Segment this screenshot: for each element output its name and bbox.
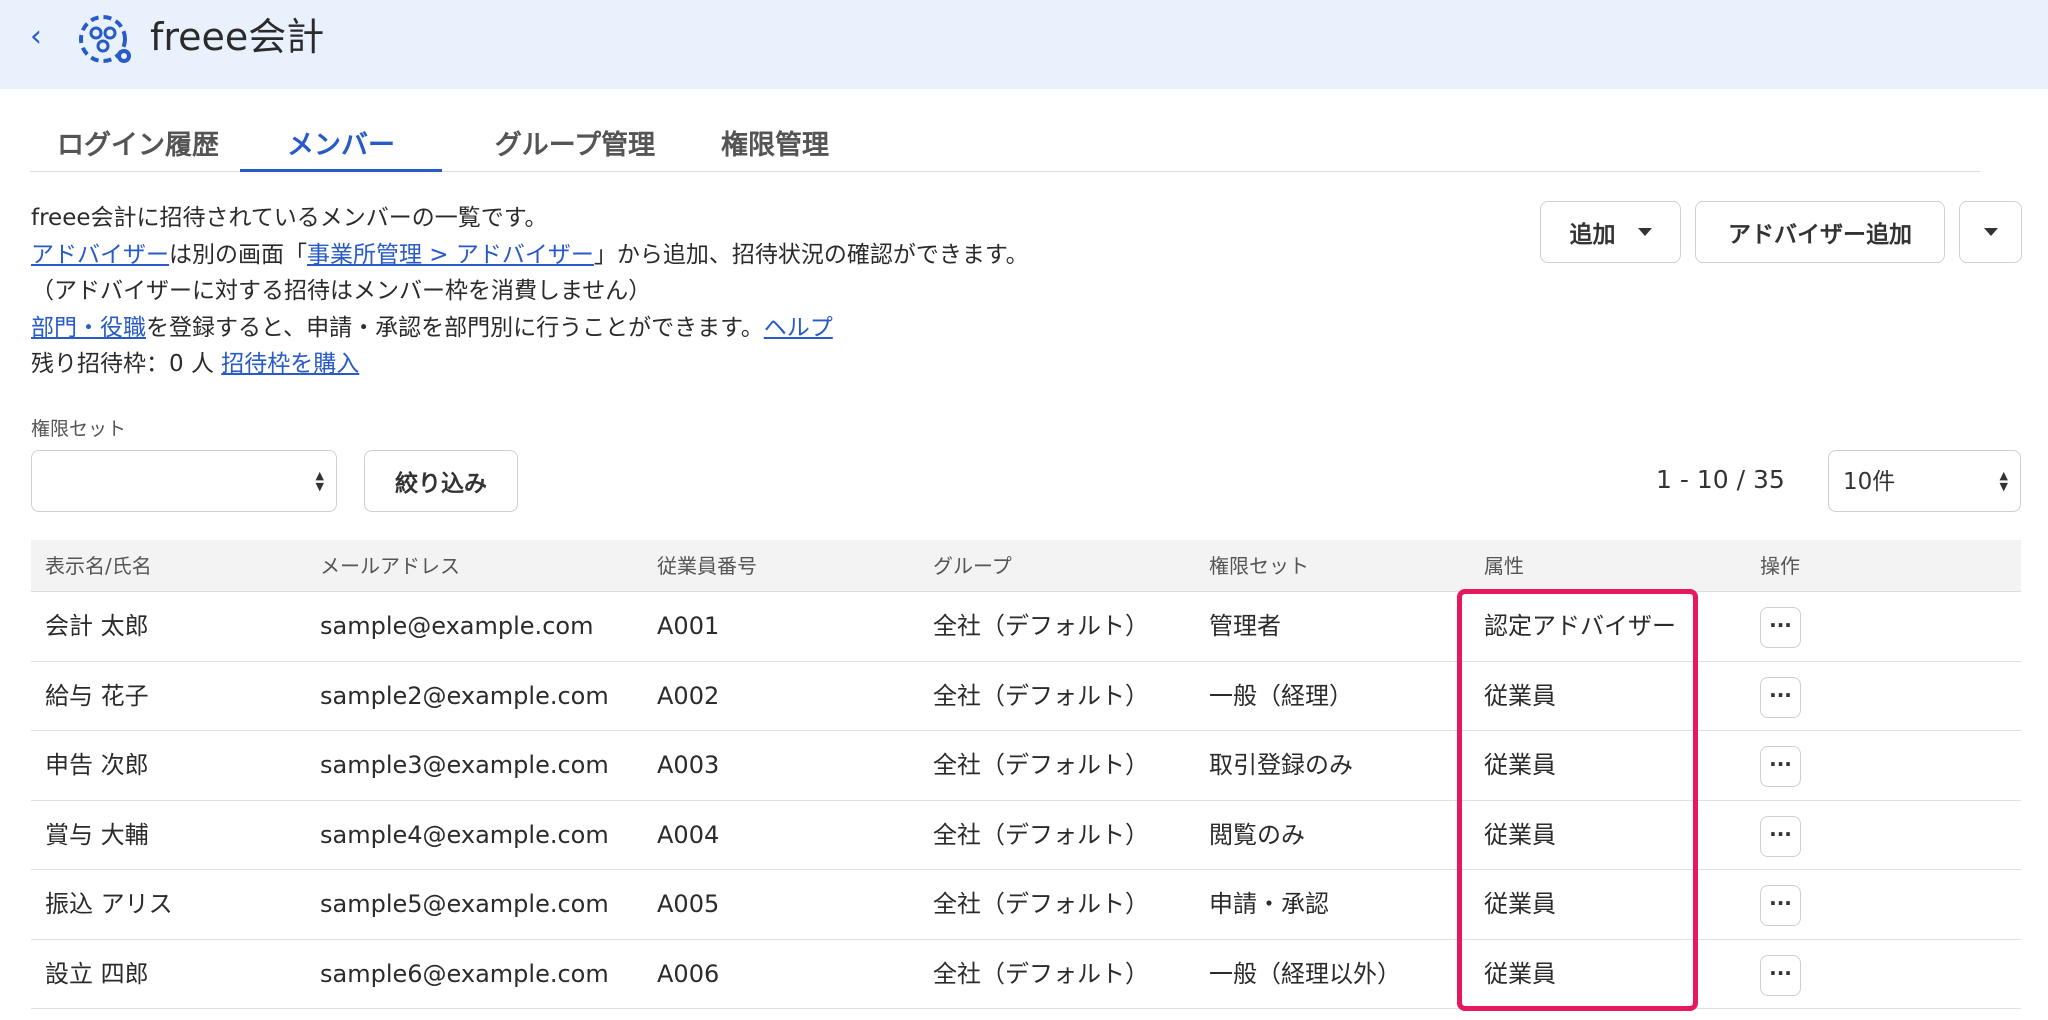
description-line: freee会計に招待されているメンバーの一覧です。 [31, 205, 548, 231]
table-header: 表示名/氏名 メールアドレス 従業員番号 グループ 権限セット 属性 操作 [31, 540, 2021, 592]
column-header-name: 表示名/氏名 [45, 554, 152, 578]
cell-email: sample5@example.com [320, 890, 609, 918]
cell-email: sample6@example.com [320, 959, 609, 988]
cell-group: 全社（デフォルト） [933, 820, 1149, 849]
help-link[interactable]: ヘルプ [764, 315, 833, 341]
permission-set-label: 権限セット [31, 418, 127, 440]
cell-employee-number: A003 [657, 751, 720, 779]
table-row: 申告 次郎 sample3@example.com A003 全社（デフォルト）… [31, 731, 2021, 801]
cell-permission-set: 一般（経理） [1209, 681, 1353, 710]
column-header-group: グループ [933, 554, 1012, 578]
add-advisor-button[interactable]: アドバイザー追加 [1695, 201, 1945, 263]
tab-permission-management[interactable]: 権限管理 [680, 120, 870, 172]
permission-set-select[interactable]: ▲ ▼ [31, 450, 337, 512]
select-arrows-icon: ▲ ▼ [315, 469, 324, 493]
app-header: ‹ freee会計 [0, 0, 2048, 89]
app-name: freee会計 [150, 15, 325, 59]
cell-employee-number: A001 [657, 612, 720, 640]
member-description: freee会計に招待されているメンバーの一覧です。 アドバイザーは別の画面「事業… [31, 200, 1029, 383]
buy-invite-slots-link[interactable]: 招待枠を購入 [221, 351, 359, 377]
office-advisor-link[interactable]: 事業所管理 > アドバイザー [307, 242, 594, 268]
description-line: 部門・役職を登録すると、申請・承認を部門別に行うことができます。ヘルプ [31, 314, 833, 341]
more-horizontal-icon[interactable]: ··· [1760, 885, 1801, 926]
more-actions-dropdown[interactable] [1959, 201, 2022, 263]
cell-permission-set: 閲覧のみ [1209, 820, 1305, 849]
attribute-column-highlight [1457, 589, 1698, 1011]
table-row: 会計 太郎 sample@example.com A001 全社（デフォルト） … [31, 592, 2021, 662]
cell-employee-number: A002 [657, 681, 720, 710]
caret-down-icon [1637, 228, 1652, 236]
cell-group: 全社（デフォルト） [933, 890, 1149, 918]
cell-permission-set: 取引登録のみ [1209, 751, 1353, 779]
description-line: （アドバイザーに対する招待はメンバー枠を消費しません） [31, 278, 652, 304]
cell-group: 全社（デフォルト） [933, 612, 1149, 640]
column-header-employee-number: 従業員番号 [657, 554, 757, 578]
cell-email: sample@example.com [320, 612, 594, 640]
cell-name: 給与 花子 [45, 681, 149, 710]
cell-group: 全社（デフォルト） [933, 681, 1149, 710]
caret-down-icon [1983, 228, 1998, 236]
cell-employee-number: A004 [657, 820, 720, 849]
table-row: 給与 花子 sample2@example.com A002 全社（デフォルト）… [31, 662, 2021, 731]
cell-employee-number: A006 [657, 959, 720, 988]
cell-permission-set: 申請・承認 [1209, 890, 1329, 918]
tab-group-management[interactable]: グループ管理 [460, 120, 690, 172]
member-table: 表示名/氏名 メールアドレス 従業員番号 グループ 権限セット 属性 操作 会計… [31, 540, 2021, 1009]
more-horizontal-icon[interactable]: ··· [1760, 607, 1801, 648]
cell-name: 振込 アリス [45, 890, 173, 918]
cell-name: 申告 次郎 [45, 751, 149, 779]
column-header-actions: 操作 [1760, 554, 1800, 578]
cell-permission-set: 管理者 [1209, 612, 1281, 640]
cell-name: 設立 四郎 [45, 959, 149, 988]
filter-button[interactable]: 絞り込み [364, 450, 518, 512]
advisor-link[interactable]: アドバイザー [31, 242, 169, 268]
column-header-attribute: 属性 [1484, 554, 1524, 578]
add-button[interactable]: 追加 [1540, 201, 1681, 263]
cell-permission-set: 一般（経理以外） [1209, 959, 1401, 988]
table-row: 設立 四郎 sample6@example.com A006 全社（デフォルト）… [31, 940, 2021, 1009]
description-line: アドバイザーは別の画面「事業所管理 > アドバイザー」から追加、招待状況の確認が… [31, 241, 1029, 268]
cell-name: 会計 太郎 [45, 612, 149, 640]
remaining-invites: 残り招待枠：0 人 招待枠を購入 [31, 351, 360, 377]
department-role-link[interactable]: 部門・役職 [31, 315, 146, 341]
tab-bar: ログイン履歴 メンバー グループ管理 権限管理 [30, 120, 1980, 172]
table-row: 振込 アリス sample5@example.com A005 全社（デフォルト… [31, 870, 2021, 940]
more-horizontal-icon[interactable]: ··· [1760, 815, 1801, 857]
cell-email: sample2@example.com [320, 681, 609, 710]
column-header-email: メールアドレス [320, 554, 460, 578]
freee-apps-logo-icon [79, 15, 131, 63]
cell-group: 全社（デフォルト） [933, 959, 1149, 988]
more-horizontal-icon[interactable]: ··· [1760, 676, 1801, 718]
select-arrows-icon: ▲ ▼ [1999, 469, 2008, 493]
tab-login-history[interactable]: ログイン履歴 [50, 120, 226, 172]
pagination-range: 1 - 10 / 35 [1656, 465, 1785, 494]
more-horizontal-icon[interactable]: ··· [1760, 954, 1801, 996]
column-header-permission-set: 権限セット [1209, 554, 1309, 578]
cell-email: sample4@example.com [320, 820, 609, 849]
cell-name: 賞与 大輔 [45, 820, 149, 849]
cell-group: 全社（デフォルト） [933, 751, 1149, 779]
tab-members[interactable]: メンバー [240, 120, 442, 172]
table-row: 賞与 大輔 sample4@example.com A004 全社（デフォルト）… [31, 801, 2021, 870]
cell-employee-number: A005 [657, 890, 720, 918]
cell-email: sample3@example.com [320, 751, 609, 779]
more-horizontal-icon[interactable]: ··· [1760, 746, 1801, 787]
chevron-left-icon[interactable]: ‹ [30, 18, 54, 56]
per-page-select[interactable]: 10件 ▲ ▼ [1828, 450, 2021, 512]
